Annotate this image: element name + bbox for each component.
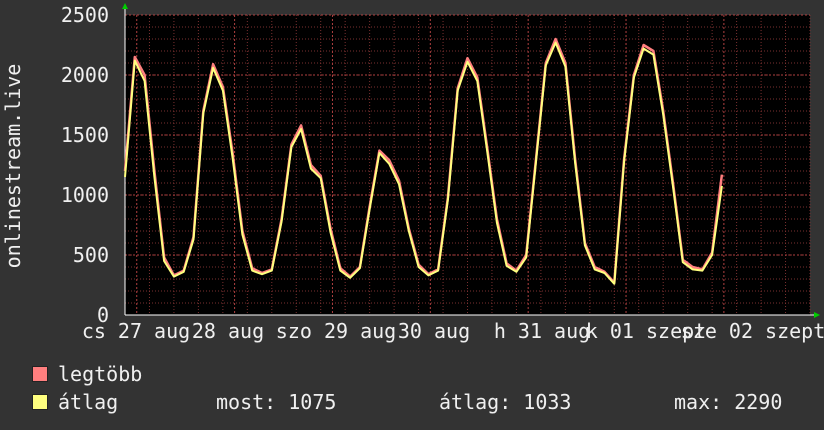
line-chart: 05001000150020002500cs 27 aug 28 aug szo 2…	[1, 3, 824, 343]
y-tick-label: 500	[73, 243, 109, 267]
chart-canvas: 0 500 1000 1500 2000 2500 cs 27 aug 28 aug szo 2…	[0, 0, 824, 430]
y-axis-label: onlinestream.live	[1, 64, 25, 269]
y-tick-label: 2000	[61, 63, 109, 87]
stat-avg: átlag: 1033	[439, 390, 572, 414]
legend-swatch-max	[32, 366, 48, 382]
legend-swatch-avg	[32, 394, 48, 410]
x-tick-label: h 31 aug	[494, 319, 590, 343]
y-tick-label: 1000	[61, 183, 109, 207]
stat-now: most: 1075	[216, 390, 337, 414]
legend-label-max: legtöbb	[58, 362, 143, 386]
x-tick-label: szo 29 aug	[276, 319, 396, 343]
stat-max: max: 2290	[674, 390, 783, 414]
x-tick-label: 28 aug	[192, 319, 264, 343]
x-axis-arrow	[814, 312, 820, 318]
y-tick-label: 2500	[61, 3, 109, 27]
y-axis-arrow	[122, 3, 128, 9]
x-tick-label: cs 27 aug	[82, 319, 190, 343]
y-tick-label: 1500	[61, 123, 109, 147]
legend-label-avg: átlag	[58, 390, 119, 414]
x-tick-label: 30 aug	[398, 319, 470, 343]
x-tick-label: sze 02 szept	[681, 319, 824, 343]
